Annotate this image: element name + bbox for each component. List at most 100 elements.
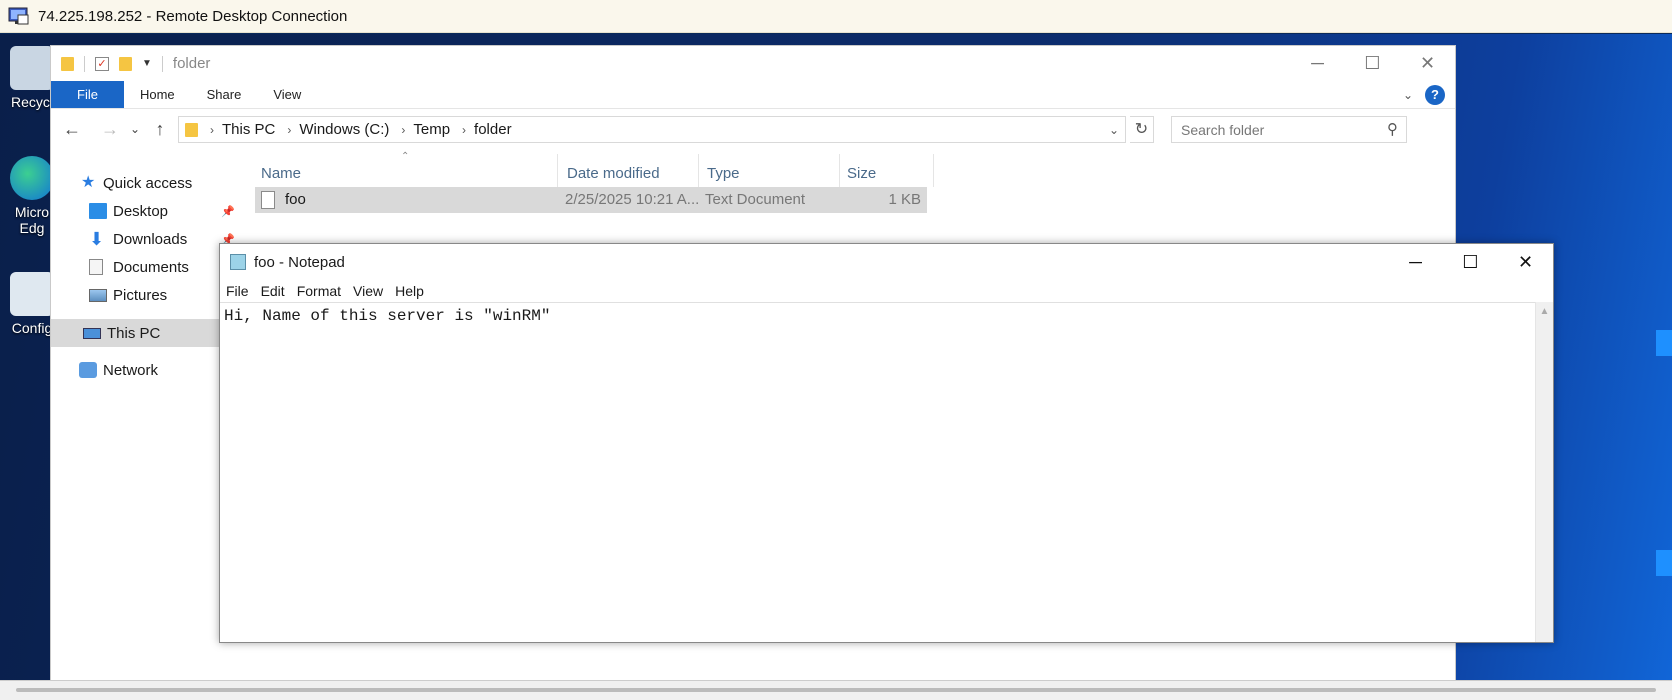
notepad-window: foo - Notepad ─ ☐ ✕ File Edit Format Vie… [219, 243, 1554, 643]
column-separator[interactable] [698, 154, 699, 187]
desktop-icon-label: Recycl [10, 94, 53, 110]
explorer-window-title: folder [172, 55, 211, 72]
notepad-menubar: File Edit Format View Help [220, 280, 1553, 302]
tab-view[interactable]: View [257, 81, 317, 108]
menu-edit[interactable]: Edit [261, 283, 285, 299]
table-row[interactable]: foo 2/25/2025 10:21 A... Text Document 1… [255, 187, 927, 213]
column-separator[interactable] [933, 154, 934, 187]
search-icon[interactable]: ⚲ [1387, 120, 1398, 138]
pictures-icon [89, 288, 107, 302]
close-button[interactable]: ✕ [1400, 46, 1455, 81]
explorer-window-controls: ─ ☐ ✕ [1290, 46, 1455, 81]
sidebar-item-label: Downloads [113, 230, 188, 248]
breadcrumb-this-pc[interactable]: This PC [222, 121, 275, 138]
chevron-right-icon[interactable]: › [401, 123, 405, 137]
menu-view[interactable]: View [353, 283, 383, 299]
sidebar-item-quick-access[interactable]: ★ Quick access [51, 169, 267, 197]
minimize-button[interactable]: ─ [1388, 244, 1443, 280]
expand-ribbon-icon[interactable]: ⌄ [1403, 88, 1413, 102]
column-separator[interactable] [839, 154, 840, 187]
desktop-icon [89, 203, 107, 219]
notepad-content[interactable]: Hi, Name of this server is "winRM" [220, 303, 1535, 329]
breadcrumb-windows-c[interactable]: Windows (C:) [299, 121, 389, 138]
column-header-size[interactable]: Size [847, 161, 876, 185]
notepad-text-area[interactable]: Hi, Name of this server is "winRM" [220, 302, 1535, 642]
sidebar-item-label: Network [103, 361, 159, 379]
refresh-button[interactable]: ↻ [1130, 116, 1154, 143]
forward-arrow-icon[interactable]: → [95, 119, 125, 140]
search-input[interactable] [1181, 121, 1381, 138]
notepad-window-title: foo - Notepad [254, 253, 345, 271]
notepad-icon [230, 254, 246, 270]
tab-home[interactable]: Home [124, 81, 191, 108]
tab-share[interactable]: Share [191, 81, 258, 108]
file-date-modified: 2/25/2025 10:21 A... [565, 191, 700, 208]
quick-access-dropdown-icon[interactable]: ▼ [142, 58, 152, 69]
address-dropdown-icon[interactable]: ⌄ [1109, 123, 1119, 137]
close-button[interactable]: ✕ [1498, 244, 1553, 280]
sidebar-item-label: Desktop [113, 202, 169, 220]
rdp-window-title: 74.225.198.252 - Remote Desktop Connecti… [38, 7, 348, 25]
sidebar-item-label: This PC [107, 324, 161, 342]
breadcrumb-folder[interactable]: folder [474, 121, 512, 138]
notepad-window-controls: ─ ☐ ✕ [1388, 244, 1553, 280]
sidebar-item-label: Documents [113, 258, 189, 276]
recycle-bin-icon [10, 46, 54, 90]
column-header-type[interactable]: Type [707, 161, 740, 185]
folder-icon [61, 56, 74, 71]
file-type: Text Document [705, 191, 806, 208]
star-icon: ★ [81, 174, 96, 191]
recent-locations-icon[interactable]: ⌄ [125, 122, 145, 136]
desktop-icon-label: Config [11, 320, 53, 336]
sidebar-item-label: Pictures [113, 286, 168, 304]
text-document-icon [261, 191, 275, 209]
sidebar-item-label: Quick access [103, 174, 193, 192]
new-folder-icon[interactable] [119, 56, 132, 71]
chevron-right-icon[interactable]: › [287, 123, 291, 137]
navigation-bar: ← → ⌄ ↑ › This PC › Windows (C:) › Temp … [51, 109, 1455, 149]
column-header-date-modified[interactable]: Date modified [567, 161, 660, 185]
search-box: ⚲ [1171, 116, 1407, 143]
documents-icon [89, 259, 103, 275]
scrollbar-thumb[interactable] [16, 688, 1656, 692]
address-bar[interactable]: › This PC › Windows (C:) › Temp › folder… [178, 116, 1126, 143]
chevron-right-icon[interactable]: › [462, 123, 466, 137]
column-separator[interactable] [557, 154, 558, 187]
up-arrow-icon[interactable]: ↑ [145, 119, 175, 140]
column-header-name[interactable]: Name [261, 161, 301, 185]
tab-file[interactable]: File [51, 81, 124, 108]
separator [161, 55, 163, 72]
menu-format[interactable]: Format [297, 283, 341, 299]
scroll-up-icon[interactable]: ▲ [1540, 306, 1550, 317]
back-arrow-icon[interactable]: ← [57, 119, 87, 140]
remote-desktop-icon [8, 6, 30, 26]
pin-icon[interactable]: 📌 [221, 205, 235, 218]
chevron-right-icon[interactable]: › [210, 123, 214, 137]
ribbon-tabs: File Home Share View ⌄ ? [51, 81, 1455, 109]
help-icon[interactable]: ? [1425, 85, 1445, 105]
file-size: 1 KB [888, 191, 921, 208]
menu-help[interactable]: Help [395, 283, 424, 299]
wallpaper-streak [1656, 550, 1672, 576]
rdp-titlebar: 74.225.198.252 - Remote Desktop Connecti… [0, 0, 1672, 33]
properties-icon[interactable]: ✓ [95, 56, 109, 71]
notepad-titlebar: foo - Notepad ─ ☐ ✕ [220, 244, 1553, 280]
horizontal-scrollbar[interactable] [0, 680, 1672, 700]
vertical-scrollbar[interactable]: ▲ [1535, 302, 1553, 642]
edge-icon [10, 156, 54, 200]
explorer-titlebar: ✓ ▼ folder ─ ☐ ✕ [51, 46, 1455, 81]
sort-ascending-icon: ⌃ [401, 151, 410, 162]
download-arrow-icon: ⬇ [89, 229, 105, 249]
menu-file[interactable]: File [226, 283, 249, 299]
config-icon [10, 272, 54, 316]
sidebar-item-desktop[interactable]: Desktop 📌 [51, 197, 267, 225]
network-icon [79, 362, 97, 378]
breadcrumb-temp[interactable]: Temp [413, 121, 450, 138]
minimize-button[interactable]: ─ [1290, 46, 1345, 81]
separator [84, 55, 85, 72]
desktop-icon-label: Micro Edg [14, 204, 50, 236]
wallpaper-streak [1656, 330, 1672, 356]
maximize-button[interactable]: ☐ [1443, 244, 1498, 280]
folder-icon [185, 122, 198, 137]
maximize-button[interactable]: ☐ [1345, 46, 1400, 81]
